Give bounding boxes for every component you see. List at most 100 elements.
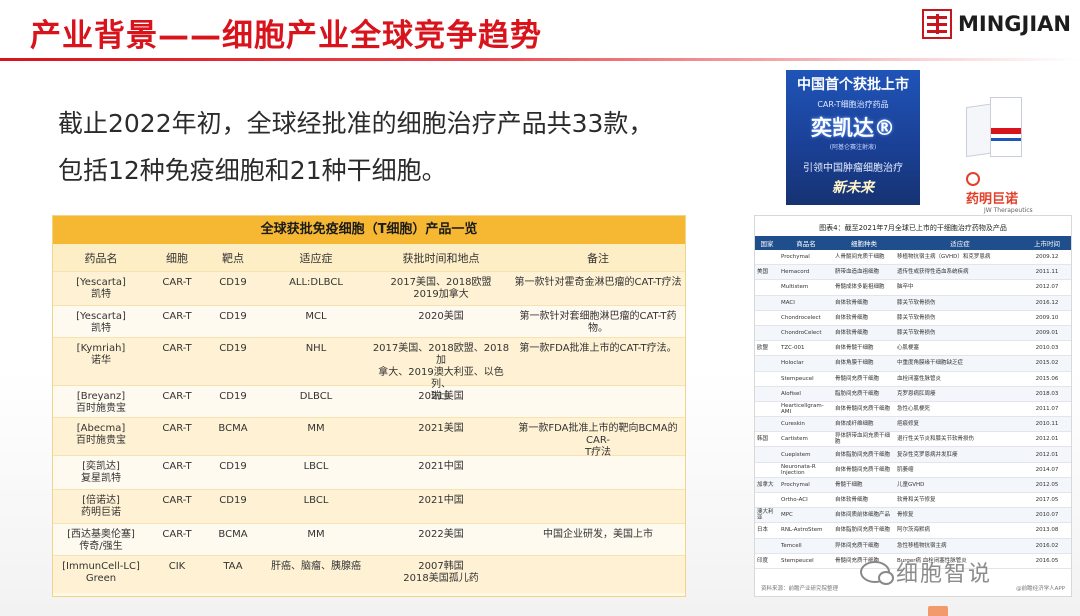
stem-cell-indication: 退行性关节炎和膝关节软骨损伤	[897, 436, 975, 443]
stem-cell-name: Hemacord	[781, 269, 810, 276]
stem-cell-indication: 阿尔茨海默病	[897, 527, 931, 534]
cell-type: CAR-T	[162, 311, 192, 322]
stem-cell-indication: 膝关节软骨损伤	[897, 330, 936, 337]
cell-note	[511, 556, 685, 593]
table-row: [ImmunCell-LC] Green CIK TAA 肝癌、脑瘤、胰腺癌 2007韩…	[53, 555, 685, 593]
stem-cell-name: Chondrocelect	[781, 314, 821, 321]
stem-cell-type: 脂肪间充质干细胞	[835, 390, 880, 397]
jw-company-name: 药明巨诺	[966, 192, 1019, 207]
stem-cell-type: 自体软骨细胞	[835, 497, 869, 504]
cell-drug: [倍诺达] 药明巨诺	[81, 495, 121, 518]
intro-line-1: 截止2022年初，全球经批准的细胞治疗产品共33款，	[58, 109, 654, 138]
cell-target: CD19	[219, 277, 247, 288]
stem-cell-type: 自体骨髓间充质干细胞	[835, 466, 891, 473]
stem-table-row: Alofisel 脂肪间充质干细胞 克罗恩病肛周瘘 2018.03	[755, 386, 1071, 402]
table-title: 全球获批免疫细胞（T细胞）产品一览	[53, 216, 685, 244]
ad-subtitle: CAR-T细胞治疗药品	[817, 100, 889, 109]
table-row: [奕凯达] 复星凯特 CAR-T CD19 LBCL 2021中国	[53, 455, 685, 489]
table-row: [Breyanz] 百时施贵宝 CAR-T CD19 DLBCL 2021美国	[53, 385, 685, 417]
stem-cell-indication: 膝关节软骨损伤	[897, 299, 936, 306]
cell-indication: MCL	[305, 311, 327, 322]
cell-note: 第一款FDA批准上市的靶向BCMA的CAR- T疗法	[518, 423, 678, 458]
stem-cell-indication: 膝关节软骨损伤	[897, 314, 936, 321]
cell-drug: [ImmunCell-LC] Green	[62, 561, 140, 584]
cell-target: CD19	[219, 495, 247, 506]
stem-cell-country	[755, 417, 779, 431]
stem-cell-table-image: 图表4：截至2021年7月全球已上市的干细胞治疗药物及产品 国家 商品名 细胞种…	[754, 215, 1072, 597]
cell-target: CD19	[219, 343, 247, 354]
stem-cell-country: 加拿大	[757, 481, 774, 488]
stem-cell-year: 2015.06	[1035, 375, 1059, 382]
table-body: [Yescarta] 凯特 CAR-T CD19 ALL:DLBCL 2017美国、20…	[53, 271, 685, 593]
intro-text: 截止2022年初，全球经批准的细胞治疗产品共33款， 包括12种免疫细胞和21种…	[58, 100, 738, 194]
stem-cell-year: 2012.05	[1035, 481, 1059, 488]
stem-cell-name: Temcell	[781, 542, 802, 549]
stem-cell-name: Alofisel	[781, 390, 801, 397]
cell-indication: 肝癌、脑瘤、胰腺癌	[271, 561, 361, 572]
stem-table-row: ChondroCelect 自体软骨细胞 膝关节软骨损伤 2009.01	[755, 325, 1071, 342]
stem-cell-name: Neuronata-R Injection	[781, 463, 816, 476]
cell-drug: [奕凯达] 复星凯特	[81, 461, 121, 484]
cell-target: BCMA	[218, 423, 248, 434]
stem-cell-country	[755, 356, 779, 370]
cell-indication: LBCL	[303, 461, 329, 472]
ad-brand-note: (阿基仑赛注射液)	[829, 144, 877, 151]
header-target: 靶点	[222, 251, 244, 265]
stem-cell-country: 欧盟	[757, 345, 769, 352]
cell-indication: MM	[307, 529, 325, 540]
stem-cell-year: 2015.02	[1035, 360, 1059, 367]
stem-cell-country: 印度	[757, 557, 769, 564]
stem-cell-name: Cartistem	[781, 436, 808, 443]
corner-decoration	[928, 606, 948, 616]
stem-cell-country	[755, 372, 779, 386]
stem-cell-country: 日本	[757, 527, 769, 534]
stem-cell-indication: 肌萎缩	[897, 466, 914, 473]
stem-cell-indication: 骨修复	[897, 512, 914, 519]
stem-cell-year: 2017.05	[1035, 497, 1059, 504]
stem-table-row: Prochymal 人骨髓间充质干细胞 移植物抗宿主病（GVHD）和克罗恩病 2009…	[755, 250, 1071, 266]
stem-cell-indication: 儿童GVHD	[897, 481, 925, 488]
stem-cell-indication: 心肌梗塞	[897, 345, 920, 352]
stem-cell-name: TZC-001	[781, 345, 805, 352]
stem-cell-country	[755, 250, 779, 264]
table-header-row: 药品名 细胞 靶点 适应症 获批时间和地点 备注	[53, 244, 685, 271]
stem-cell-indication: 急性移植物抗宿主病	[897, 542, 947, 549]
watermark: 细胞智说	[860, 556, 1070, 588]
cell-indication: LBCL	[303, 495, 329, 506]
cell-target: TAA	[223, 561, 243, 572]
stem-cell-year: 2016.12	[1035, 299, 1059, 306]
cell-approval: 2017美国、2018欧盟 2019加拿大	[390, 277, 492, 300]
stem-cell-type: 自体骨髓干细胞	[835, 345, 874, 352]
ad-headline: 中国首个获批上市	[797, 77, 909, 93]
stem-cell-indication: 血栓闭塞性脉管炎	[897, 375, 942, 382]
page-title: 产业背景——细胞产业全球竞争趋势	[30, 18, 542, 54]
cell-target: CD19	[219, 461, 247, 472]
cell-approval: 2022美国	[418, 529, 464, 540]
cell-indication: MM	[307, 423, 325, 434]
cell-target: CD19	[219, 391, 247, 402]
stem-cell-type: 异体脐带血间充质干细胞	[835, 433, 891, 446]
header-note: 备注	[587, 251, 609, 265]
stem-cell-name: MPC	[781, 512, 793, 519]
stem-cell-type: 骨髓成体多能祖细胞	[835, 284, 885, 291]
stem-cell-country	[755, 463, 779, 477]
stem-cell-year: 2010.03	[1035, 345, 1059, 352]
table-row: [Yescarta] 凯特 CAR-T CD19 MCL 2020美国 第一款针对套细胞淋…	[53, 305, 685, 337]
stem-table-row: Neuronata-R Injection 自体骨髓间充质干细胞 肌萎缩 2014.0…	[755, 463, 1071, 478]
stem-cell-indication: 移植物抗宿主病（GVHD）和克罗恩病	[897, 254, 991, 261]
stem-cell-indication: 软骨和关节修复	[897, 497, 936, 504]
stem-cell-name: Hearticellgram-AMI	[781, 402, 824, 415]
cell-note: 第一款针对套细胞淋巴瘤的CAT-T药物。	[519, 311, 677, 334]
stem-table-row: 韩国 Cartistem 异体脐带血间充质干细胞 退行性关节炎和膝关节软骨损伤 2012…	[755, 432, 1071, 448]
cell-note	[511, 456, 685, 489]
cell-note: 第一款针对霍奇金淋巴瘤的CAT-T疗法	[514, 277, 682, 288]
cell-target: BCMA	[218, 529, 248, 540]
stem-cell-type: 自体间质前体细胞产品	[835, 512, 891, 519]
ad-slogan: 引领中国肿瘤细胞治疗	[803, 163, 903, 174]
wechat-icon	[860, 561, 894, 585]
table-row: [倍诺达] 药明巨诺 CAR-T CD19 LBCL 2021中国	[53, 489, 685, 523]
stem-cell-year: 2018.03	[1035, 390, 1059, 397]
stem-cell-year: 2013.08	[1035, 527, 1059, 534]
intro-line-2: 包括12种免疫细胞和21种干细胞。	[58, 156, 447, 185]
stem-cell-name: Cureskin	[781, 421, 805, 428]
